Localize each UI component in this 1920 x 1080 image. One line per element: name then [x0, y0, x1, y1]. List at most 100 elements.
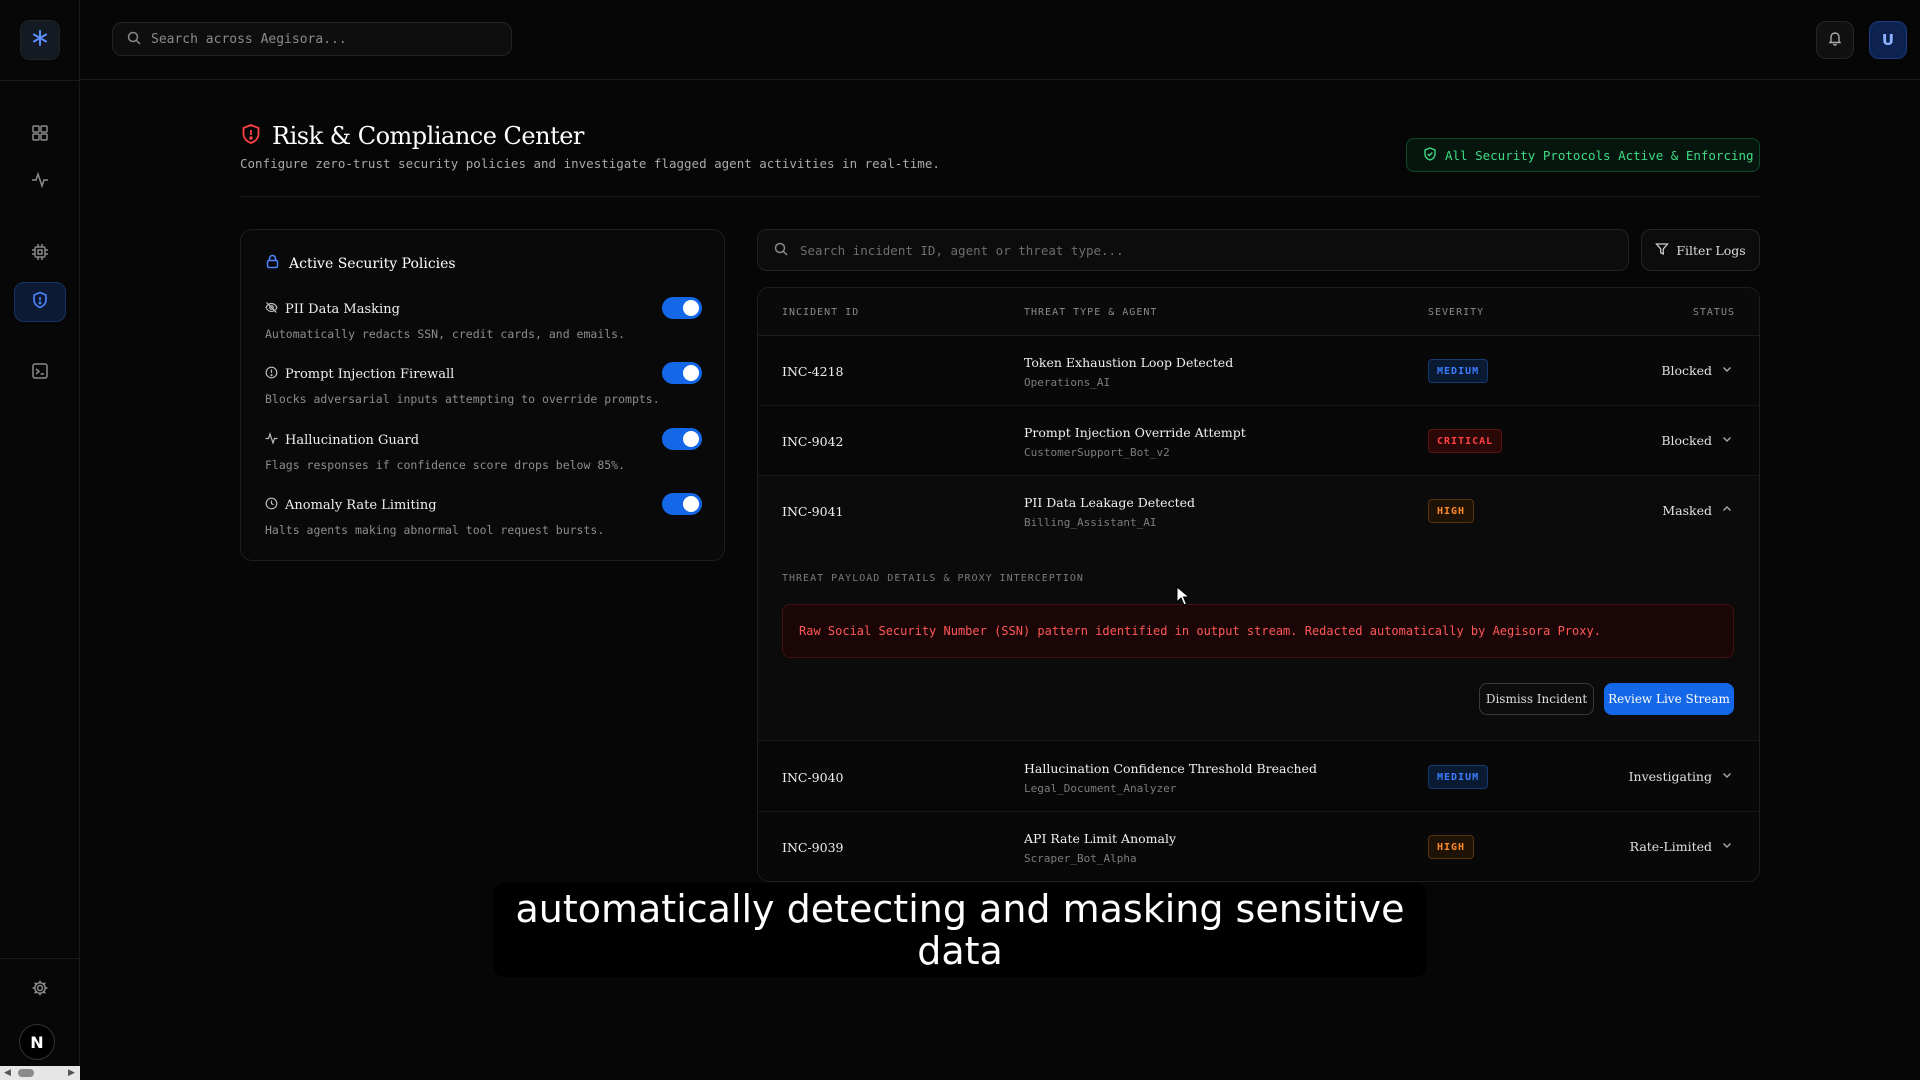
policy-hallucination-guard: Hallucination Guard Flags responses if c…	[265, 428, 702, 482]
status-badge: All Security Protocols Active & Enforcin…	[1406, 138, 1760, 172]
chevron-down-icon[interactable]	[1721, 769, 1733, 784]
chevron-down-icon[interactable]	[1721, 433, 1733, 448]
policy-description: Flags responses if confidence score drop…	[265, 458, 626, 472]
status-cell[interactable]: Masked	[1662, 503, 1733, 518]
status-cell[interactable]: Investigating	[1629, 769, 1733, 784]
policy-name: Hallucination Guard	[285, 433, 420, 448]
policy-name: Prompt Injection Firewall	[285, 367, 455, 382]
review-live-stream-button[interactable]: Review Live Stream	[1604, 683, 1734, 715]
agent-name: Legal_Document_Analyzer	[1024, 782, 1177, 795]
anomaly-rate-limiting-toggle[interactable]	[662, 493, 702, 515]
status-text: Blocked	[1661, 363, 1712, 378]
status-cell[interactable]: Blocked	[1661, 363, 1733, 378]
agent-name: CustomerSupport_Bot_v2	[1024, 446, 1170, 459]
threat-type: Token Exhaustion Loop Detected	[1024, 355, 1234, 370]
gear-icon	[31, 979, 49, 1001]
pulse-icon	[31, 171, 49, 193]
column-header: SEVERITY	[1428, 307, 1485, 318]
status-badge-text: All Security Protocols Active & Enforcin…	[1445, 147, 1754, 163]
eye-off-icon	[265, 301, 278, 318]
sidebar-divider	[0, 958, 80, 959]
sidebar: N ◀ ▶	[0, 0, 80, 1080]
toggle-knob	[683, 431, 699, 447]
notifications-button[interactable]	[1816, 21, 1854, 59]
table-row[interactable]: INC-9040 Hallucination Confidence Thresh…	[758, 742, 1759, 812]
policy-description: Blocks adversarial inputs attempting to …	[265, 392, 660, 406]
hallucination-guard-toggle[interactable]	[662, 428, 702, 450]
incident-detail-panel: THREAT PAYLOAD DETAILS & PROXY INTERCEPT…	[758, 545, 1759, 741]
filter-icon	[1655, 242, 1670, 259]
filter-logs-button[interactable]: Filter Logs	[1641, 229, 1760, 271]
pii-masking-toggle[interactable]	[662, 297, 702, 319]
policy-name: Anomaly Rate Limiting	[285, 498, 437, 513]
chevron-up-icon[interactable]	[1721, 503, 1733, 518]
prompt-injection-toggle[interactable]	[662, 362, 702, 384]
topbar: U	[80, 0, 1920, 80]
lock-icon	[265, 254, 280, 273]
policies-title-text: Active Security Policies	[289, 255, 456, 272]
security-policies-card: Active Security Policies PII Data Maskin…	[240, 229, 725, 561]
incident-id: INC-9041	[782, 504, 844, 519]
global-search[interactable]	[112, 22, 512, 56]
nav-dashboard[interactable]	[14, 115, 66, 155]
agent-name: Billing_Assistant_AI	[1024, 516, 1157, 529]
grid-icon	[31, 124, 49, 146]
avatar[interactable]: N	[19, 1024, 55, 1060]
user-menu-button[interactable]: U	[1869, 21, 1907, 59]
agent-name: Scraper_Bot_Alpha	[1024, 852, 1137, 865]
threat-type: API Rate Limit Anomaly	[1024, 831, 1177, 846]
threat-type: PII Data Leakage Detected	[1024, 495, 1195, 510]
app-logo[interactable]	[20, 20, 60, 60]
column-header: INCIDENT ID	[782, 307, 860, 318]
severity-badge: MEDIUM	[1428, 359, 1489, 383]
threat-type: Prompt Injection Override Attempt	[1024, 425, 1246, 440]
status-text: Blocked	[1661, 433, 1712, 448]
status-cell[interactable]: Rate-Limited	[1630, 839, 1733, 854]
severity-badge: MEDIUM	[1428, 765, 1489, 789]
nav-agents[interactable]	[14, 234, 66, 274]
incident-search[interactable]	[757, 229, 1629, 271]
nav-activity[interactable]	[14, 162, 66, 202]
scroll-right-icon[interactable]: ▶	[68, 1066, 75, 1080]
policy-description: Halts agents making abnormal tool reques…	[265, 523, 605, 537]
dismiss-incident-button[interactable]: Dismiss Incident	[1479, 683, 1594, 715]
scrollbar-thumb[interactable]	[18, 1069, 34, 1077]
page-title: Risk & Compliance Center	[240, 122, 584, 150]
nav-security[interactable]	[14, 282, 66, 322]
incidents-table: INCIDENT ID THREAT TYPE & AGENT SEVERITY…	[757, 287, 1760, 882]
incident-id: INC-9042	[782, 434, 844, 449]
global-search-input[interactable]	[151, 31, 491, 47]
clock-icon	[265, 497, 278, 514]
shield-check-icon	[1423, 146, 1437, 164]
severity-badge: CRITICAL	[1428, 429, 1503, 453]
horizontal-scrollbar[interactable]: ◀ ▶	[0, 1066, 80, 1080]
threat-type: Hallucination Confidence Threshold Breac…	[1024, 761, 1317, 776]
column-header: STATUS	[1692, 307, 1735, 318]
page-subtitle: Configure zero-trust security policies a…	[240, 156, 940, 171]
chevron-down-icon[interactable]	[1721, 839, 1733, 854]
incident-id: INC-9039	[782, 840, 844, 855]
shield-icon	[31, 291, 49, 313]
video-caption: automatically detecting and masking sens…	[494, 883, 1426, 977]
settings-button[interactable]	[14, 970, 66, 1010]
search-icon	[774, 241, 788, 260]
chip-icon	[31, 243, 49, 265]
policy-description: Automatically redacts SSN, credit cards,…	[265, 327, 626, 341]
agent-name: Operations_AI	[1024, 376, 1111, 389]
chevron-down-icon[interactable]	[1721, 363, 1733, 378]
severity-badge: HIGH	[1428, 499, 1475, 523]
incident-search-input[interactable]	[800, 242, 1600, 258]
alert-circle-icon	[265, 366, 278, 383]
search-icon	[127, 30, 141, 49]
table-header: INCIDENT ID THREAT TYPE & AGENT SEVERITY…	[758, 288, 1759, 336]
toggle-knob	[683, 365, 699, 381]
scroll-left-icon[interactable]: ◀	[4, 1066, 11, 1080]
page-title-text: Risk & Compliance Center	[272, 122, 584, 150]
table-row[interactable]: INC-9042 Prompt Injection Override Attem…	[758, 406, 1759, 476]
table-row[interactable]: INC-4218 Token Exhaustion Loop Detected …	[758, 336, 1759, 406]
table-row-expanded[interactable]: INC-9041 PII Data Leakage Detected Billi…	[758, 476, 1759, 546]
table-row[interactable]: INC-9039 API Rate Limit Anomaly Scraper_…	[758, 812, 1759, 881]
policy-name: PII Data Masking	[285, 302, 400, 317]
nav-terminal[interactable]	[14, 353, 66, 393]
status-cell[interactable]: Blocked	[1661, 433, 1733, 448]
